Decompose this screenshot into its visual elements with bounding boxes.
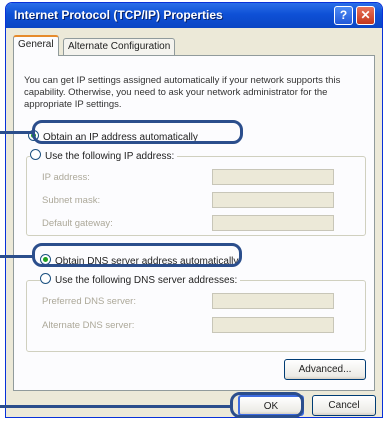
ip-address-label: IP address:: [42, 172, 90, 183]
use-following-ip-radio[interactable]: Use the following IP address:: [30, 149, 178, 162]
callout-leader-ok: [0, 405, 232, 408]
general-tab-panel: You can get IP settings assigned automat…: [13, 55, 375, 391]
callout-ok-button: [230, 392, 304, 418]
callout-obtain-dns: [32, 243, 242, 267]
tab-general[interactable]: General: [13, 35, 59, 56]
use-following-dns-label: Use the following DNS server addresses:: [55, 275, 238, 286]
dns-server-group: [26, 280, 366, 352]
subnet-mask-label: Subnet mask:: [42, 195, 101, 206]
help-button[interactable]: ?: [334, 6, 353, 25]
title-bar[interactable]: Internet Protocol (TCP/IP) Properties ? …: [6, 3, 382, 28]
default-gateway-label: Default gateway:: [42, 218, 113, 229]
cancel-button[interactable]: Cancel: [312, 395, 376, 416]
close-button[interactable]: ✕: [356, 6, 375, 25]
tab-alternate-configuration[interactable]: Alternate Configuration: [63, 38, 176, 56]
close-icon: ✕: [360, 8, 371, 22]
alternate-dns-label: Alternate DNS server:: [42, 320, 135, 331]
tcpip-properties-dialog: Internet Protocol (TCP/IP) Properties ? …: [5, 2, 383, 418]
preferred-dns-field[interactable]: [212, 293, 334, 309]
callout-leader-dns: [0, 255, 34, 258]
callout-leader-ip: [0, 131, 34, 134]
radio-unchecked-icon: [30, 149, 41, 160]
callout-obtain-ip: [32, 120, 243, 144]
dialog-title: Internet Protocol (TCP/IP) Properties: [14, 8, 223, 22]
radio-unchecked-icon: [40, 273, 51, 284]
question-mark-icon: ?: [339, 8, 348, 22]
description-text: You can get IP settings assigned automat…: [24, 75, 341, 110]
advanced-button[interactable]: Advanced...: [284, 359, 366, 380]
alternate-dns-field[interactable]: [212, 317, 334, 333]
default-gateway-field[interactable]: [212, 215, 334, 231]
subnet-mask-field[interactable]: [212, 192, 334, 208]
ip-address-field[interactable]: [212, 169, 334, 185]
use-following-dns-radio[interactable]: Use the following DNS server addresses:: [40, 273, 241, 286]
preferred-dns-label: Preferred DNS server:: [42, 296, 136, 307]
use-following-ip-label: Use the following IP address:: [45, 151, 175, 162]
